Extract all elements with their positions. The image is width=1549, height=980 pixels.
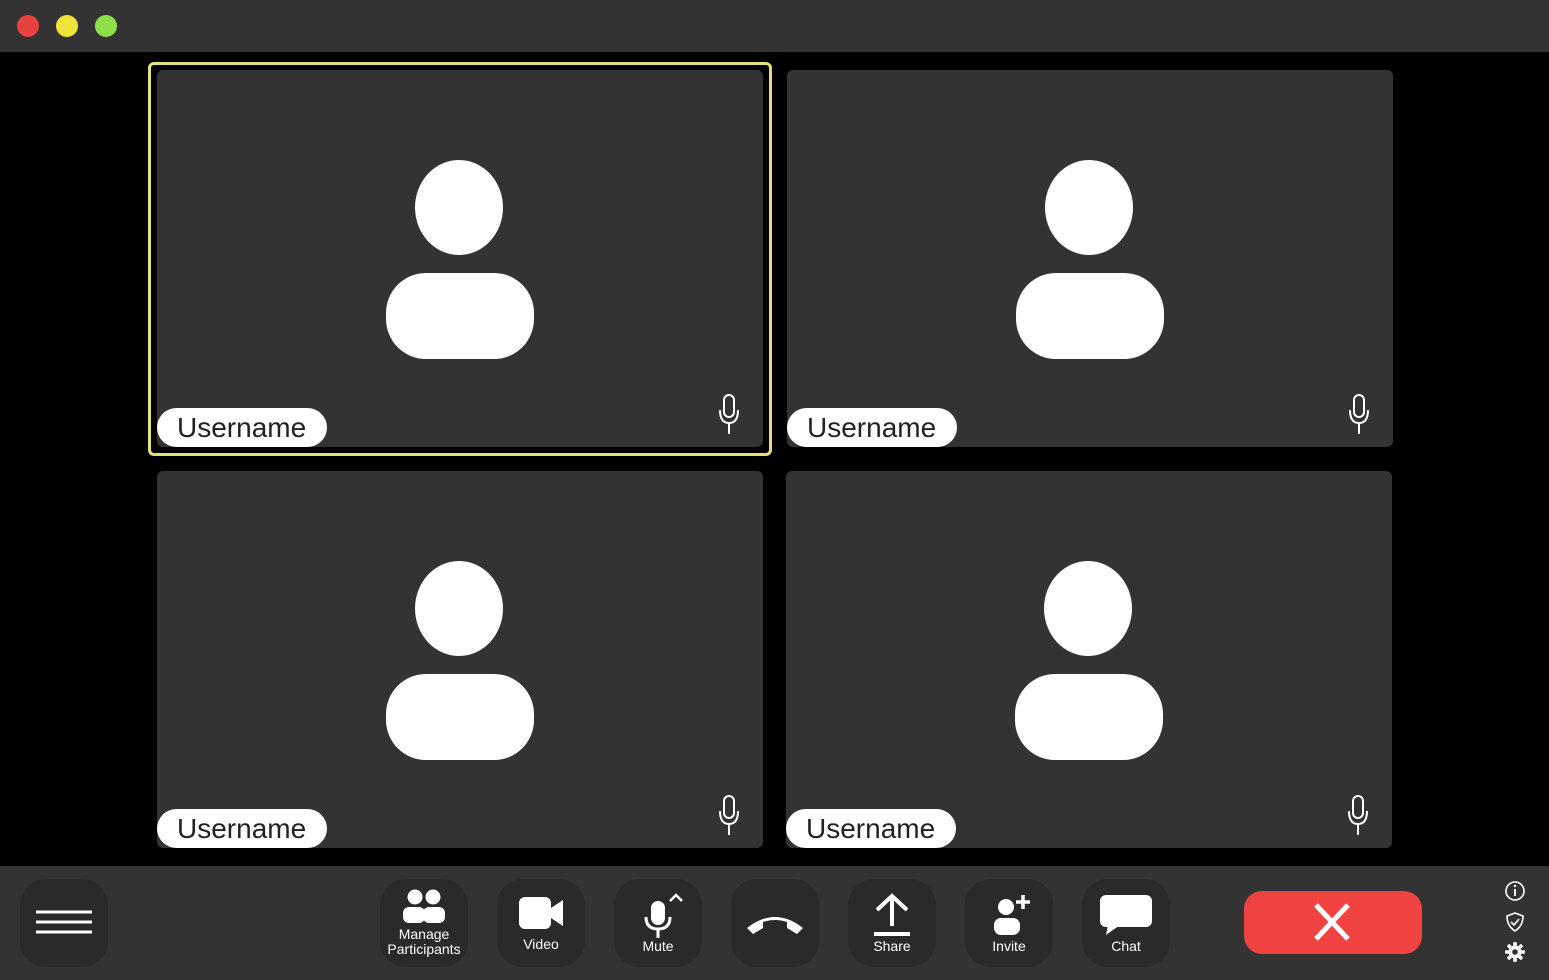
add-user-icon [994, 894, 1030, 935]
microphone-icon[interactable] [717, 394, 741, 434]
phone-hangup-icon [747, 917, 803, 934]
participant-name: Username [157, 809, 327, 848]
hangup-button[interactable] [731, 879, 819, 967]
user-avatar-icon [1044, 561, 1132, 656]
share-label: Share [873, 937, 911, 954]
participant-tile[interactable]: Username [787, 70, 1393, 447]
window-maximize-button[interactable] [95, 15, 117, 37]
user-avatar-icon [1045, 160, 1133, 255]
mute-label: Mute [642, 937, 674, 954]
window-minimize-button[interactable] [56, 15, 78, 37]
share-upload-icon [874, 892, 910, 936]
microphone-icon[interactable] [1347, 394, 1371, 434]
info-icon[interactable] [1504, 880, 1526, 902]
participant-name: Username [787, 408, 957, 447]
participant-name: Username [786, 809, 956, 848]
mute-button[interactable]: Mute [614, 879, 702, 967]
window-titlebar [0, 0, 1549, 52]
chat-button[interactable]: Chat [1082, 879, 1170, 967]
video-camera-icon [519, 896, 563, 929]
user-avatar-body [1015, 674, 1163, 760]
video-grid: Username Username Username Username [0, 52, 1549, 866]
manage-participants-label-line1: Manage [398, 926, 450, 942]
meeting-toolbar: Manage Participants Video Mute Share Inv… [0, 866, 1549, 980]
gear-icon[interactable] [1504, 941, 1526, 963]
microphone-icon[interactable] [1346, 795, 1370, 835]
chat-bubble-icon [1100, 894, 1152, 935]
participant-tile[interactable]: Username [786, 471, 1392, 848]
end-meeting-button[interactable] [1244, 891, 1422, 954]
user-avatar-icon [415, 160, 503, 255]
share-button[interactable]: Share [848, 879, 936, 967]
user-avatar-body [1016, 273, 1164, 359]
manage-participants-button[interactable]: Manage Participants [380, 879, 468, 967]
video-label: Video [523, 935, 559, 952]
shield-check-icon[interactable] [1504, 911, 1526, 933]
chat-label: Chat [1111, 937, 1141, 954]
microphone-icon[interactable] [717, 795, 741, 835]
user-avatar-icon [415, 561, 503, 656]
participant-tile[interactable]: Username [157, 471, 763, 848]
participant-tile[interactable]: Username [157, 70, 763, 447]
manage-participants-label-line2: Participants [387, 941, 461, 957]
invite-label: Invite [992, 937, 1026, 954]
user-avatar-body [386, 674, 534, 760]
participants-icon [403, 889, 445, 923]
video-button[interactable]: Video [497, 879, 585, 967]
participant-name: Username [157, 408, 327, 447]
window-close-button[interactable] [17, 15, 39, 37]
microphone-icon [644, 892, 683, 938]
invite-button[interactable]: Invite [965, 879, 1053, 967]
hamburger-menu-icon [36, 910, 92, 934]
user-avatar-body [386, 273, 534, 359]
menu-button[interactable] [20, 879, 108, 967]
close-x-icon [1314, 903, 1350, 941]
